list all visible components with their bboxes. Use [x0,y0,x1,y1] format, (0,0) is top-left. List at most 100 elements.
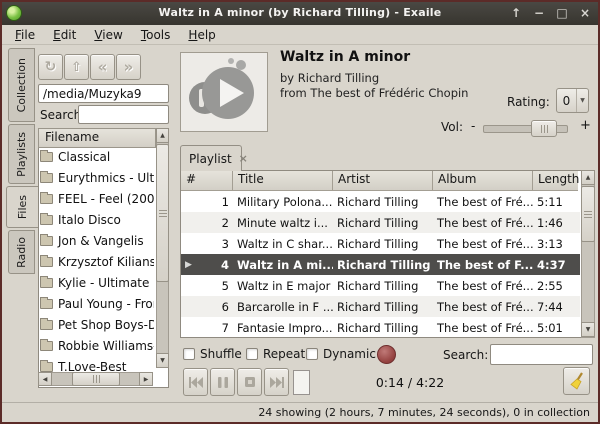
scroll-up-icon[interactable]: ▲ [156,128,169,143]
forward-button[interactable]: » [116,54,141,80]
sidebar-tab-files[interactable]: Files [6,186,38,228]
menu-edit[interactable]: Edit [44,26,85,44]
file-row[interactable]: Eurythmics - Ulti [40,168,154,188]
column-header-num[interactable]: # [181,171,233,191]
no-cover-play-logo-icon [181,53,267,131]
folder-icon [40,215,53,225]
column-header-length[interactable]: Length [533,171,578,191]
rating-select[interactable]: 0 ▼ [556,88,589,113]
file-row[interactable]: Jon & Vangelis [40,231,154,251]
track-row[interactable]: 7 Fantasie Impro... Richard Tilling The … [181,317,580,338]
path-input[interactable] [38,84,169,103]
next-track-button[interactable] [264,368,289,396]
titlebar[interactable]: Waltz in A minor (by Richard Tilling) - … [0,0,600,25]
track-row-selected-playing[interactable]: ▶ 4 Waltz in A mi... Richard Tilling The… [181,254,580,275]
pause-icon [218,377,228,388]
now-playing-title: Waltz in A minor [280,49,410,65]
stop-button[interactable] [237,368,262,396]
repeat-label[interactable]: Repeat [263,347,305,361]
column-header-artist[interactable]: Artist [333,171,433,191]
file-row[interactable]: Pet Shop Boys-D [40,315,154,335]
playback-time: 0:14 / 4:22 [340,375,480,390]
exaile-window: Waltz in A minor (by Richard Tilling) - … [0,0,600,424]
refresh-icon: ↻ [45,59,57,75]
file-row[interactable]: Italo Disco [40,210,154,230]
brush-icon [567,371,587,391]
scroll-left-icon[interactable]: ◀ [38,372,52,386]
file-list-scroll-thumb[interactable] [156,144,169,282]
folder-icon [40,341,53,351]
file-row[interactable]: Classical [40,147,154,167]
sidebar-tab-playlists[interactable]: Playlists [8,124,35,184]
folder-icon [40,236,53,246]
clear-playlist-button[interactable] [563,367,590,395]
forward-icon: » [124,58,134,76]
scroll-down-icon[interactable]: ▼ [156,353,169,368]
track-row[interactable]: 3 Waltz in C shar... Richard Tilling The… [181,233,580,254]
menu-view[interactable]: View [85,26,131,44]
record-button[interactable] [377,345,396,364]
sidebar-tab-radio[interactable]: Radio [8,230,35,274]
track-row[interactable]: 2 Minute waltz i... Richard Tilling The … [181,212,580,233]
repeat-checkbox[interactable] [246,348,258,360]
now-playing-artist: by Richard Tilling [280,71,379,85]
track-row[interactable]: 6 Barcarolle in F ... Richard Tilling Th… [181,296,580,317]
folder-icon [40,152,53,162]
sidebar-tab-collection[interactable]: Collection [8,48,35,122]
close-tab-icon[interactable]: × [239,152,248,165]
file-row[interactable]: Kylie - Ultimate [40,273,154,293]
playlist-table-header: # Title Artist Album Length [181,171,580,191]
filename-column-header[interactable]: Filename [38,128,156,148]
volume-max-label: + [580,118,591,133]
scroll-up-icon[interactable]: ▲ [581,170,595,185]
up-directory-button[interactable]: ⇧ [64,54,89,80]
previous-icon [189,377,203,388]
menu-file[interactable]: File [6,26,44,44]
file-row[interactable]: Robbie Williams- [40,336,154,356]
file-row[interactable]: FEEL - Feel (2007 [40,189,154,209]
scroll-down-icon[interactable]: ▼ [581,322,595,337]
shuffle-label[interactable]: Shuffle [200,347,242,361]
up-arrow-icon: ⇧ [71,60,82,75]
close-window-icon[interactable]: × [578,6,592,20]
playlist-search-label: Search: [443,348,488,362]
menu-tools[interactable]: Tools [132,26,180,44]
files-search-input[interactable] [78,105,169,124]
track-row[interactable]: 5 Waltz in E major Richard Tilling The b… [181,275,580,296]
folder-icon [40,278,53,288]
column-header-album[interactable]: Album [433,171,533,191]
scroll-right-icon[interactable]: ▶ [139,372,153,386]
minimize-window-icon[interactable]: − [532,6,546,20]
shade-window-icon[interactable]: ↑ [509,6,523,20]
file-row[interactable]: Paul Young - Fron [40,294,154,314]
playlist-tab[interactable]: Playlist × [180,145,242,171]
previous-track-button[interactable] [183,368,208,396]
refresh-button[interactable]: ↻ [38,54,63,80]
now-playing-arrow-icon: ▶ [185,260,192,270]
seek-progress-bar[interactable] [293,370,310,395]
now-playing-album: from The best of Frédéric Chopin [280,86,468,100]
file-list-hscroll-thumb[interactable] [72,372,120,386]
column-header-title[interactable]: Title [233,171,333,191]
chevron-down-icon: ▼ [577,89,588,112]
album-art [180,52,268,132]
volume-min-label: - [471,119,475,133]
menu-help[interactable]: Help [179,26,224,44]
folder-icon [40,194,53,204]
playlist-scroll-thumb[interactable] [581,186,595,242]
dynamic-checkbox[interactable] [306,348,318,360]
folder-icon [40,362,53,372]
playlist-search-input[interactable] [490,344,593,365]
back-button[interactable]: « [90,54,115,80]
pause-button[interactable] [210,368,235,396]
track-row[interactable]: 1 Military Polona... Richard Tilling The… [181,191,580,212]
folder-icon [40,257,53,267]
dynamic-label[interactable]: Dynamic [323,347,376,361]
file-row[interactable]: Krzysztof Kilians [40,252,154,272]
shuffle-checkbox[interactable] [183,348,195,360]
next-icon [270,377,284,388]
volume-label: Vol: [441,120,463,134]
playlist-tab-label: Playlist [189,152,232,166]
maximize-window-icon[interactable]: □ [555,6,569,20]
volume-slider-handle[interactable] [531,120,557,137]
